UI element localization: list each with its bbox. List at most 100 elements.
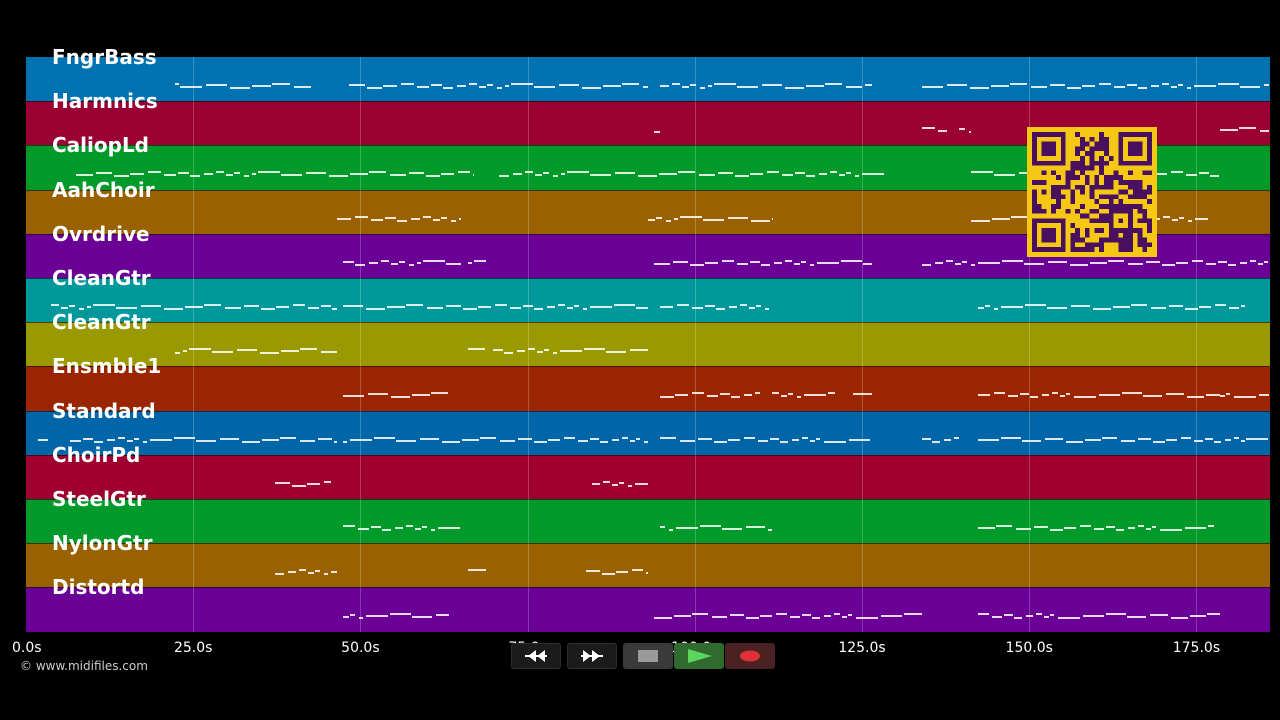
note [774,261,783,264]
note [737,262,749,265]
note [993,308,998,310]
note [810,263,815,266]
note [233,172,240,175]
note-group [921,436,959,443]
note [1047,260,1067,263]
note [472,174,474,177]
note [1220,395,1226,398]
note [660,85,670,87]
note [766,171,779,174]
note [654,617,673,620]
note [600,440,609,443]
note [457,85,467,87]
note [451,219,456,222]
note [1145,528,1151,530]
track-lane[interactable] [26,454,1270,500]
note [590,306,613,308]
record-button[interactable] [725,643,775,669]
note [441,216,447,219]
note [1240,305,1246,307]
note [115,307,137,309]
note [1151,526,1156,528]
note [106,438,115,441]
note [1227,263,1236,266]
note [722,259,735,262]
note [395,527,404,529]
track-lane[interactable] [26,57,1270,102]
track-lane[interactable] [26,278,1270,323]
note [552,352,557,355]
note [399,260,406,263]
note [746,617,760,620]
note [287,571,296,574]
note [163,174,176,177]
note [299,439,315,442]
note [473,259,487,262]
stop-button[interactable] [623,643,673,669]
note [654,131,661,134]
track-lane[interactable] [26,366,1270,412]
note [794,262,801,265]
note [1150,307,1166,309]
track-label: CleanGtr [52,310,151,335]
note [177,172,189,175]
note [1189,615,1206,618]
note [542,172,549,175]
note [714,440,728,443]
note [331,308,337,310]
note [355,215,368,218]
tick-label: 0.0s [12,640,42,656]
note [215,171,224,174]
note [1224,438,1231,441]
note [1105,526,1115,528]
note [1049,614,1054,617]
play-button[interactable] [674,643,724,669]
note-group [977,304,1246,310]
track-lane[interactable] [26,499,1270,544]
note [1001,259,1023,262]
note [705,261,719,264]
note [333,440,337,443]
note [904,613,922,616]
track-lane[interactable] [26,410,1270,456]
note [1021,439,1041,442]
note [698,174,715,177]
note [629,349,648,352]
note [1066,87,1081,89]
note [590,437,600,440]
note [534,86,556,88]
note [765,308,770,310]
note [280,174,302,177]
note [559,84,580,86]
note [224,307,241,309]
track-lane[interactable] [26,543,1270,588]
note [1217,83,1239,85]
note [849,438,871,441]
note [1213,440,1221,443]
note-group [654,259,872,266]
note [614,304,636,306]
note [560,173,565,176]
note [307,307,319,309]
fast-forward-button[interactable] [567,643,617,669]
note [1121,392,1142,395]
note [423,215,431,218]
rewind-button[interactable] [511,643,561,669]
note [603,85,622,87]
grid-line [360,57,362,632]
note [810,439,816,442]
note [1069,263,1088,266]
note [86,306,91,308]
track-lane[interactable] [26,322,1270,367]
note [1207,525,1215,527]
note [1165,438,1177,441]
track-lane[interactable] [26,587,1270,633]
note [812,617,821,620]
note [971,171,994,174]
note [749,307,756,309]
note [605,351,626,354]
play-icon [688,649,712,663]
note [241,440,260,443]
note [320,305,331,307]
note [381,259,390,262]
